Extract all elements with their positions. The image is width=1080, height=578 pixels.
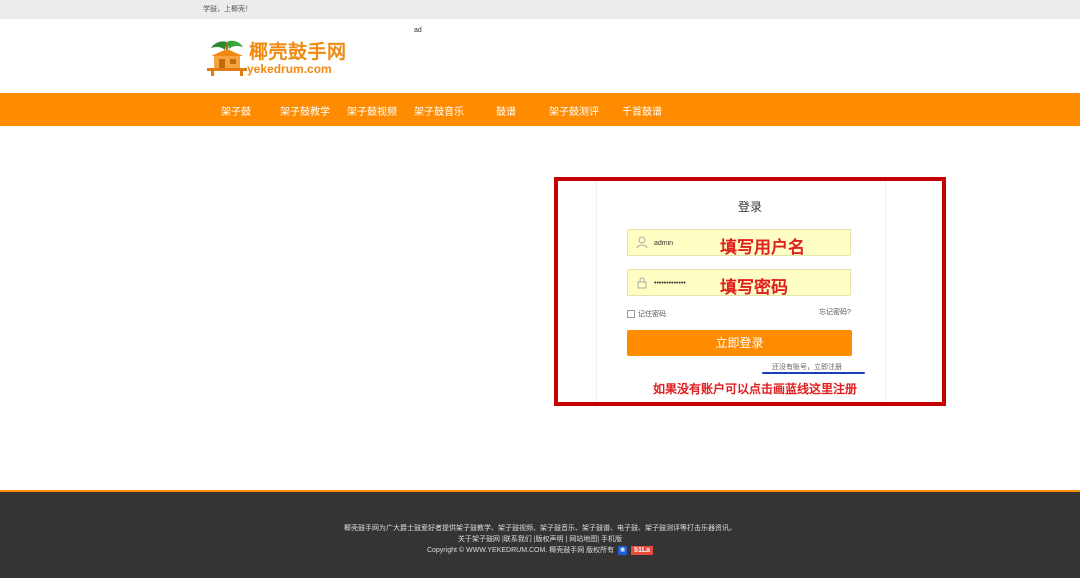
top-greeting: 学鼓，上椰壳！ (203, 6, 252, 13)
logo-chinese-text: 椰壳鼓手网 (249, 42, 347, 63)
nav-item-drums[interactable]: 架子鼓 (221, 103, 251, 118)
highlight-frame: 登录 填写用户名 填写密码 记住密码 忘记密码? 立即登录 还没有账号，立即注册… (554, 177, 946, 406)
site-footer: 椰壳鼓手网为广大爵士鼓爱好者提供架子鼓教学、架子鼓视频、架子鼓音乐、架子鼓谱、电… (0, 490, 1080, 578)
palm-hut-logo-icon (207, 40, 247, 76)
footer-links[interactable]: 关于架子鼓网 |联系我们 |版权声明 | 网站地图| 手机版 (0, 534, 1080, 544)
baidu-paw-icon[interactable]: ❀ (618, 545, 628, 555)
lock-icon (637, 277, 647, 289)
username-field[interactable]: 填写用户名 (627, 229, 851, 257)
register-link[interactable]: 还没有账号，立即注册 (772, 362, 842, 372)
remember-password-label: 记住密码 (638, 311, 666, 318)
checkbox-box[interactable] (627, 310, 635, 318)
footer-copyright: Copyright © WWW.YEKEDRUM.COM. 椰壳鼓手网 版权所有 (426, 547, 615, 554)
nav-item-drum-music[interactable]: 架子鼓音乐 (414, 103, 464, 118)
forgot-password-link[interactable]: 忘记密码? (819, 307, 851, 317)
nav-item-drum-lessons[interactable]: 架子鼓教学 (280, 103, 330, 118)
logo-domain-text: yekedrum.com (247, 62, 332, 76)
password-input[interactable] (654, 276, 709, 290)
site-logo[interactable]: 椰壳鼓手网 yekedrum.com (205, 38, 350, 76)
ad-placeholder: ad (414, 27, 422, 34)
login-title: 登录 (737, 200, 762, 214)
badge-51la[interactable]: 51La (631, 545, 654, 555)
nav-item-thousand-scores[interactable]: 千首鼓谱 (622, 103, 662, 118)
password-field[interactable]: 填写密码 (627, 269, 851, 297)
site-header: 椰壳鼓手网 yekedrum.com ad (0, 19, 1080, 93)
main-nav: 架子鼓 架子鼓教学 架子鼓视频 架子鼓音乐 鼓谱 架子鼓测评 千首鼓谱 (0, 93, 1080, 126)
username-annotation: 填写用户名 (720, 238, 805, 257)
footer-description: 椰壳鼓手网为广大爵士鼓爱好者提供架子鼓教学、架子鼓视频、架子鼓音乐、架子鼓谱、电… (344, 525, 736, 532)
nav-item-drum-reviews[interactable]: 架子鼓测评 (549, 103, 599, 118)
blue-underline-annotation (762, 372, 865, 374)
nav-item-drum-videos[interactable]: 架子鼓视频 (347, 103, 397, 118)
username-input[interactable] (654, 236, 709, 250)
user-icon (636, 236, 648, 249)
password-annotation: 填写密码 (720, 278, 788, 297)
nav-item-drum-scores[interactable]: 鼓谱 (496, 103, 516, 118)
remember-password-checkbox[interactable]: 记住密码 (627, 309, 666, 319)
login-button[interactable]: 立即登录 (627, 330, 852, 356)
register-annotation: 如果没有账户可以点击画蓝线这里注册 (653, 382, 858, 396)
top-bar: 学鼓，上椰壳！ (0, 0, 1080, 19)
footer-copyright-row: Copyright © WWW.YEKEDRUM.COM. 椰壳鼓手网 版权所有… (0, 545, 1080, 555)
